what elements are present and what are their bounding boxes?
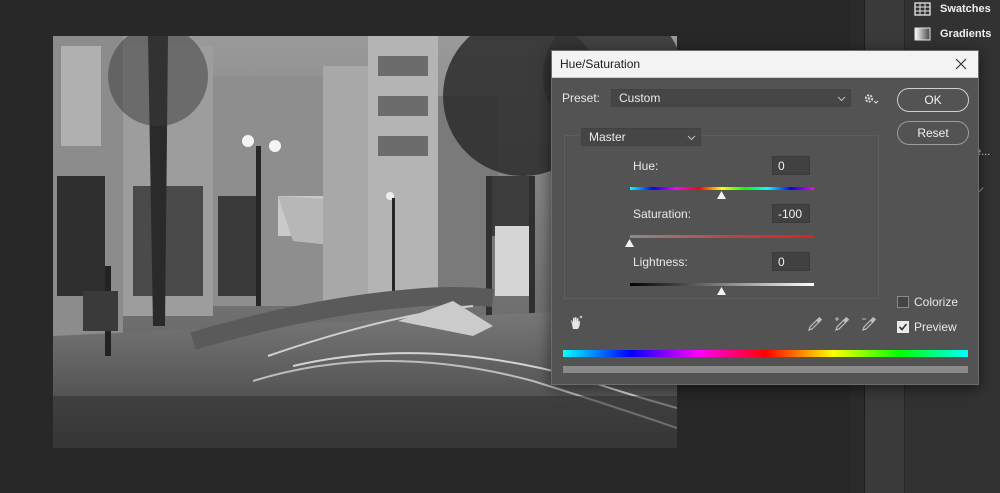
chevron-down-icon (837, 96, 846, 102)
gear-icon[interactable] (863, 92, 879, 105)
checkmark-icon (898, 323, 908, 331)
channel-dropdown[interactable]: Master (581, 128, 701, 146)
panel-item-gradients[interactable]: Gradients (914, 23, 991, 45)
preset-label: Preset: (562, 91, 601, 105)
eyedropper-icon[interactable] (807, 316, 823, 332)
saturation-slider-track[interactable] (630, 235, 814, 238)
lightness-slider-track[interactable] (630, 283, 814, 286)
preset-value: Custom (619, 91, 661, 105)
chevron-down-icon (687, 135, 696, 141)
lightness-input[interactable]: 0 (772, 252, 810, 271)
gradients-icon (914, 27, 931, 41)
panel-label-gradients: Gradients (940, 28, 992, 40)
hue-label: Hue: (633, 159, 659, 173)
hue-slider-thumb[interactable] (717, 191, 726, 199)
dialog-title: Hue/Saturation (560, 57, 641, 71)
dialog-titlebar[interactable]: Hue/Saturation (552, 51, 978, 78)
eyedropper-minus-icon[interactable] (861, 316, 877, 332)
hue-saturation-dialog: Hue/Saturation Preset: Custom OK Reset M… (551, 50, 979, 385)
hand-target-icon[interactable] (568, 315, 584, 331)
input-color-bar (563, 350, 968, 357)
reset-button[interactable]: Reset (897, 121, 969, 145)
preview-checkbox[interactable] (897, 321, 909, 333)
saturation-slider-thumb[interactable] (625, 239, 634, 247)
lightness-label: Lightness: (633, 255, 688, 269)
lightness-slider-thumb[interactable] (717, 287, 726, 295)
preset-dropdown[interactable]: Custom (611, 89, 851, 107)
channel-value: Master (589, 130, 626, 144)
panel-label-swatches: Swatches (940, 3, 991, 15)
hue-slider-track[interactable] (630, 187, 814, 190)
colorize-label: Colorize (914, 295, 959, 309)
hue-input[interactable]: 0 (772, 156, 810, 175)
panel-item-swatches[interactable]: Swatches (914, 0, 991, 20)
saturation-input[interactable]: -100 (772, 204, 810, 223)
saturation-label: Saturation: (633, 207, 692, 221)
preview-label: Preview (914, 320, 957, 334)
ok-button[interactable]: OK (897, 88, 969, 112)
close-icon[interactable] (952, 55, 970, 73)
output-color-bar (563, 366, 968, 373)
eyedropper-plus-icon[interactable] (834, 316, 850, 332)
swatches-icon (914, 2, 931, 16)
adjustment-group (564, 135, 879, 299)
colorize-checkbox[interactable] (897, 296, 909, 308)
